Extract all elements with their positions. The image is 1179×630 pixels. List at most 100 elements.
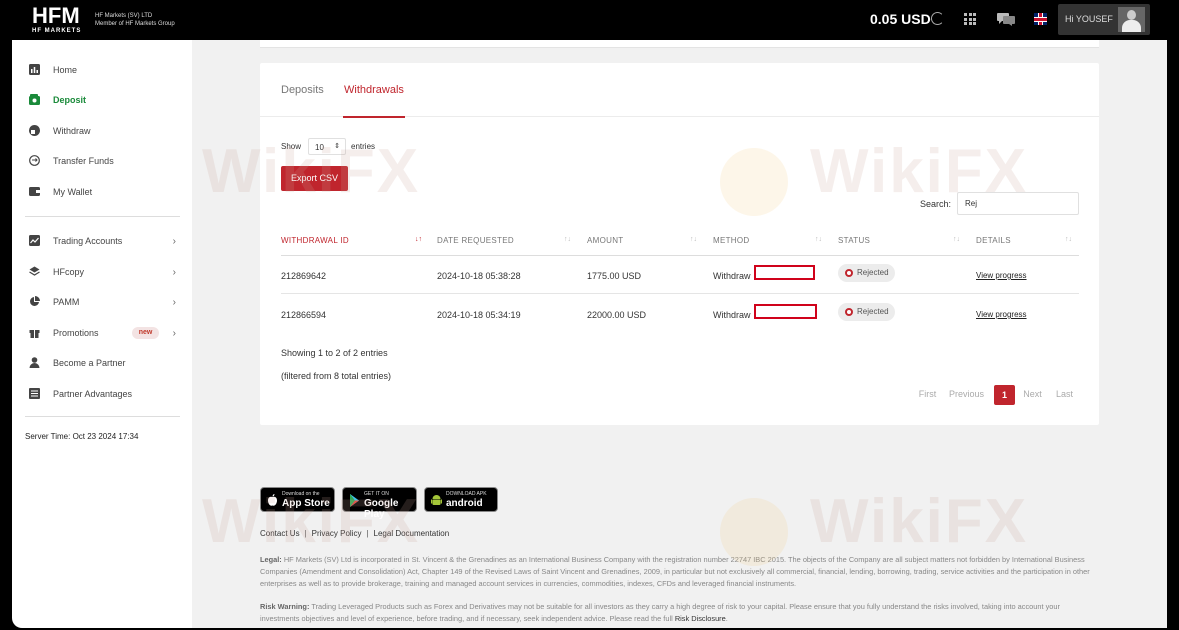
table-info: Showing 1 to 2 of 2 entries bbox=[281, 348, 388, 358]
column-header-details[interactable]: DETAILS bbox=[976, 236, 1011, 245]
watermark: WikiFX bbox=[810, 487, 1029, 556]
layers-icon bbox=[29, 266, 40, 276]
sidebar-item-label: Deposit bbox=[53, 95, 87, 105]
pagination-first[interactable]: First bbox=[913, 385, 942, 405]
sidebar-item-promotions[interactable]: Promotions new › bbox=[12, 322, 192, 344]
sidebar-item-deposit[interactable]: Deposit bbox=[12, 89, 192, 111]
wallet-in-icon bbox=[29, 94, 40, 105]
sidebar-item-withdraw[interactable]: Withdraw bbox=[12, 120, 192, 142]
column-header-method[interactable]: METHOD bbox=[713, 236, 749, 245]
sidebar-item-pamm[interactable]: PAMM › bbox=[12, 291, 192, 313]
wallet-icon bbox=[29, 187, 40, 196]
sidebar-item-label: PAMM bbox=[53, 297, 80, 307]
sort-icon[interactable]: ↑↓ bbox=[690, 236, 697, 243]
sidebar-item-label: Transfer Funds bbox=[53, 156, 114, 166]
sidebar-item-label: My Wallet bbox=[53, 187, 93, 197]
sidebar-item-hfcopy[interactable]: HFcopy › bbox=[12, 261, 192, 283]
withdraw-icon bbox=[29, 125, 40, 136]
risk-label: Risk Warning: bbox=[260, 602, 310, 611]
sidebar-item-my-wallet[interactable]: My Wallet bbox=[12, 181, 192, 203]
trading-chart-icon bbox=[29, 235, 40, 246]
transaction-tabs: Deposits Withdrawals bbox=[260, 63, 1099, 118]
sidebar: Home Deposit Withdraw Transfer Funds My … bbox=[12, 40, 192, 628]
legal-notice: Legal: HF Markets (SV) Ltd is incorporat… bbox=[260, 554, 1100, 590]
view-progress-link[interactable]: View progress bbox=[976, 271, 1027, 280]
top-panel-edge bbox=[260, 40, 1099, 48]
sort-icon[interactable]: ↑↓ bbox=[815, 236, 822, 243]
column-header-status[interactable]: STATUS bbox=[838, 236, 870, 245]
sidebar-item-home[interactable]: Home bbox=[12, 59, 192, 81]
sidebar-item-trading-accounts[interactable]: Trading Accounts › bbox=[12, 230, 192, 252]
active-tab-indicator bbox=[343, 116, 405, 118]
sidebar-item-label: Partner Advantages bbox=[53, 389, 133, 399]
withdrawal-id: 212869642 bbox=[281, 271, 327, 281]
company-info: HF Markets (SV) LTD Member of HF Markets… bbox=[95, 12, 175, 28]
status-text: Rejected bbox=[857, 268, 889, 277]
amount: 1775.00 USD bbox=[587, 271, 642, 281]
sidebar-item-label: Promotions bbox=[53, 328, 99, 338]
sort-icon[interactable]: ↑↓ bbox=[953, 236, 960, 243]
method: Withdraw bbox=[713, 310, 751, 320]
date-requested: 2024-10-18 05:38:28 bbox=[437, 271, 521, 281]
android-apk-badge[interactable]: DOWNLOAD APK android bbox=[424, 487, 498, 512]
server-time: Server Time: Oct 23 2024 17:34 bbox=[25, 432, 139, 441]
user-menu[interactable]: Hi YOUSEF bbox=[1058, 4, 1150, 35]
watermark-logo bbox=[720, 148, 788, 216]
redaction-box bbox=[754, 304, 817, 319]
logo-text: HFM bbox=[32, 3, 80, 28]
company-name: HF Markets (SV) LTD bbox=[95, 13, 153, 19]
pagination-next[interactable]: Next bbox=[1019, 385, 1046, 405]
hfm-logo[interactable]: HFM HF MARKETS bbox=[32, 5, 81, 35]
filter-info: (filtered from 8 total entries) bbox=[281, 371, 392, 381]
column-header-amount[interactable]: AMOUNT bbox=[587, 236, 623, 245]
status-badge: Rejected bbox=[838, 303, 895, 321]
sidebar-item-become-partner[interactable]: Become a Partner bbox=[12, 352, 192, 374]
pagination-previous[interactable]: Previous bbox=[944, 385, 989, 405]
rejected-dot-icon bbox=[845, 308, 853, 316]
pie-chart-icon bbox=[30, 296, 40, 306]
watermark: WikiFX bbox=[202, 487, 421, 556]
status-badge: Rejected bbox=[838, 264, 895, 282]
uk-flag-icon[interactable] bbox=[1034, 13, 1047, 25]
chart-box-icon bbox=[29, 64, 40, 75]
sidebar-item-label: Trading Accounts bbox=[53, 236, 123, 246]
watermark: WikiFX bbox=[810, 137, 1029, 206]
legal-text: HF Markets (SV) Ltd is incorporated in S… bbox=[260, 555, 1090, 588]
list-icon bbox=[29, 388, 40, 399]
sidebar-item-transfer-funds[interactable]: Transfer Funds bbox=[12, 150, 192, 172]
avatar bbox=[1118, 7, 1145, 32]
chevron-right-icon: › bbox=[172, 236, 176, 247]
account-balance: 0.05 USD bbox=[870, 11, 931, 27]
column-header-withdrawal-id[interactable]: WITHDRAWAL ID bbox=[281, 236, 349, 245]
status-text: Rejected bbox=[857, 307, 889, 316]
apps-grid-icon[interactable] bbox=[964, 13, 976, 25]
view-progress-link[interactable]: View progress bbox=[976, 310, 1027, 319]
user-greeting: Hi YOUSEF bbox=[1065, 14, 1113, 24]
table-row: 212866594 2024-10-18 05:34:19 22000.00 U… bbox=[281, 295, 1079, 333]
new-badge: new bbox=[132, 327, 159, 339]
sidebar-item-label: Home bbox=[53, 65, 78, 75]
top-bar: HFM HF MARKETS HF Markets (SV) LTD Membe… bbox=[0, 0, 1179, 40]
watermark: WikiFX bbox=[202, 137, 421, 206]
risk-warning: Risk Warning: Trading Leveraged Products… bbox=[260, 601, 1100, 625]
sidebar-item-label: Withdraw bbox=[53, 126, 91, 136]
tab-deposits[interactable]: Deposits bbox=[281, 84, 324, 96]
date-requested: 2024-10-18 05:34:19 bbox=[437, 310, 521, 320]
logo-subtitle: HF MARKETS bbox=[32, 28, 82, 34]
risk-disclosure-link[interactable]: Risk Disclosure bbox=[675, 614, 726, 623]
tab-withdrawals[interactable]: Withdrawals bbox=[344, 84, 404, 96]
watermark-logo bbox=[720, 498, 788, 566]
pagination-last[interactable]: Last bbox=[1050, 385, 1079, 405]
android-small: DOWNLOAD APK bbox=[446, 491, 487, 497]
pagination-current[interactable]: 1 bbox=[994, 385, 1015, 405]
sort-desc-icon[interactable]: ↓↑ bbox=[415, 236, 422, 243]
gift-icon bbox=[29, 330, 40, 338]
sidebar-item-partner-advantages[interactable]: Partner Advantages bbox=[12, 383, 192, 405]
sort-icon[interactable]: ↑↓ bbox=[1065, 236, 1072, 243]
sort-icon[interactable]: ↑↓ bbox=[564, 236, 571, 243]
column-header-date[interactable]: DATE REQUESTED bbox=[437, 236, 514, 245]
table-row: 212869642 2024-10-18 05:38:28 1775.00 US… bbox=[281, 256, 1079, 294]
chat-icon[interactable] bbox=[997, 13, 1015, 26]
refresh-icon[interactable] bbox=[931, 12, 944, 25]
amount: 22000.00 USD bbox=[587, 310, 647, 320]
